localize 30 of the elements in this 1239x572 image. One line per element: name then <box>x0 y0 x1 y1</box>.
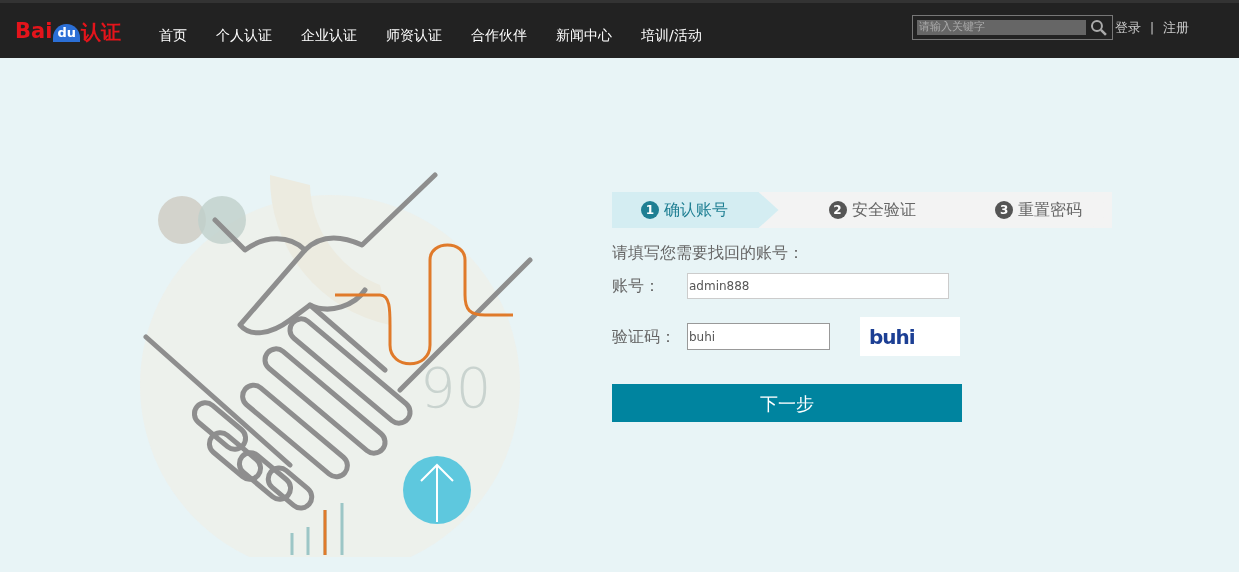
nav-link[interactable]: 培训/活动 <box>640 25 702 46</box>
instruction-text: 请填写您需要找回的账号： <box>612 242 805 264</box>
captcha-input[interactable]: buhi <box>687 323 830 350</box>
logo-text: Bai <box>15 21 53 42</box>
captcha-label: 验证码： <box>612 325 677 348</box>
login-link[interactable]: 登录 <box>1114 17 1141 38</box>
step-number: 2 <box>828 201 847 219</box>
nav-link[interactable]: 首页 <box>158 25 187 46</box>
next-step-button[interactable]: 下一步 <box>612 384 962 422</box>
nav-link[interactable]: 新闻中心 <box>555 25 612 46</box>
nav-link[interactable]: 企业认证 <box>300 25 357 46</box>
search-icon[interactable] <box>1090 18 1108 37</box>
account-label: 账号： <box>612 275 661 297</box>
search-field[interactable]: 请输入关键字 <box>911 15 1113 40</box>
step-label: 重置密码 <box>1018 199 1083 221</box>
logo-text: 认证 <box>80 22 121 42</box>
register-link[interactable]: 注册 <box>1163 17 1189 38</box>
logo[interactable]: Bai du 认证 <box>15 21 121 42</box>
nav-link[interactable]: 师资认证 <box>385 25 442 46</box>
nav-link[interactable]: 个人认证 <box>215 25 272 46</box>
separator-text: | <box>1149 19 1154 37</box>
step-label: 安全验证 <box>851 199 916 221</box>
logo-paw: du <box>53 24 80 42</box>
step-label: 确认账号 <box>664 199 728 221</box>
account-input[interactable]: admin888 <box>687 273 949 299</box>
nav-link[interactable]: 合作伙伴 <box>470 25 527 46</box>
step-number: 3 <box>995 201 1014 219</box>
captcha-text: buhi <box>869 323 915 351</box>
captcha-image[interactable]: buhi <box>860 317 960 356</box>
step-number: 1 <box>641 201 659 219</box>
